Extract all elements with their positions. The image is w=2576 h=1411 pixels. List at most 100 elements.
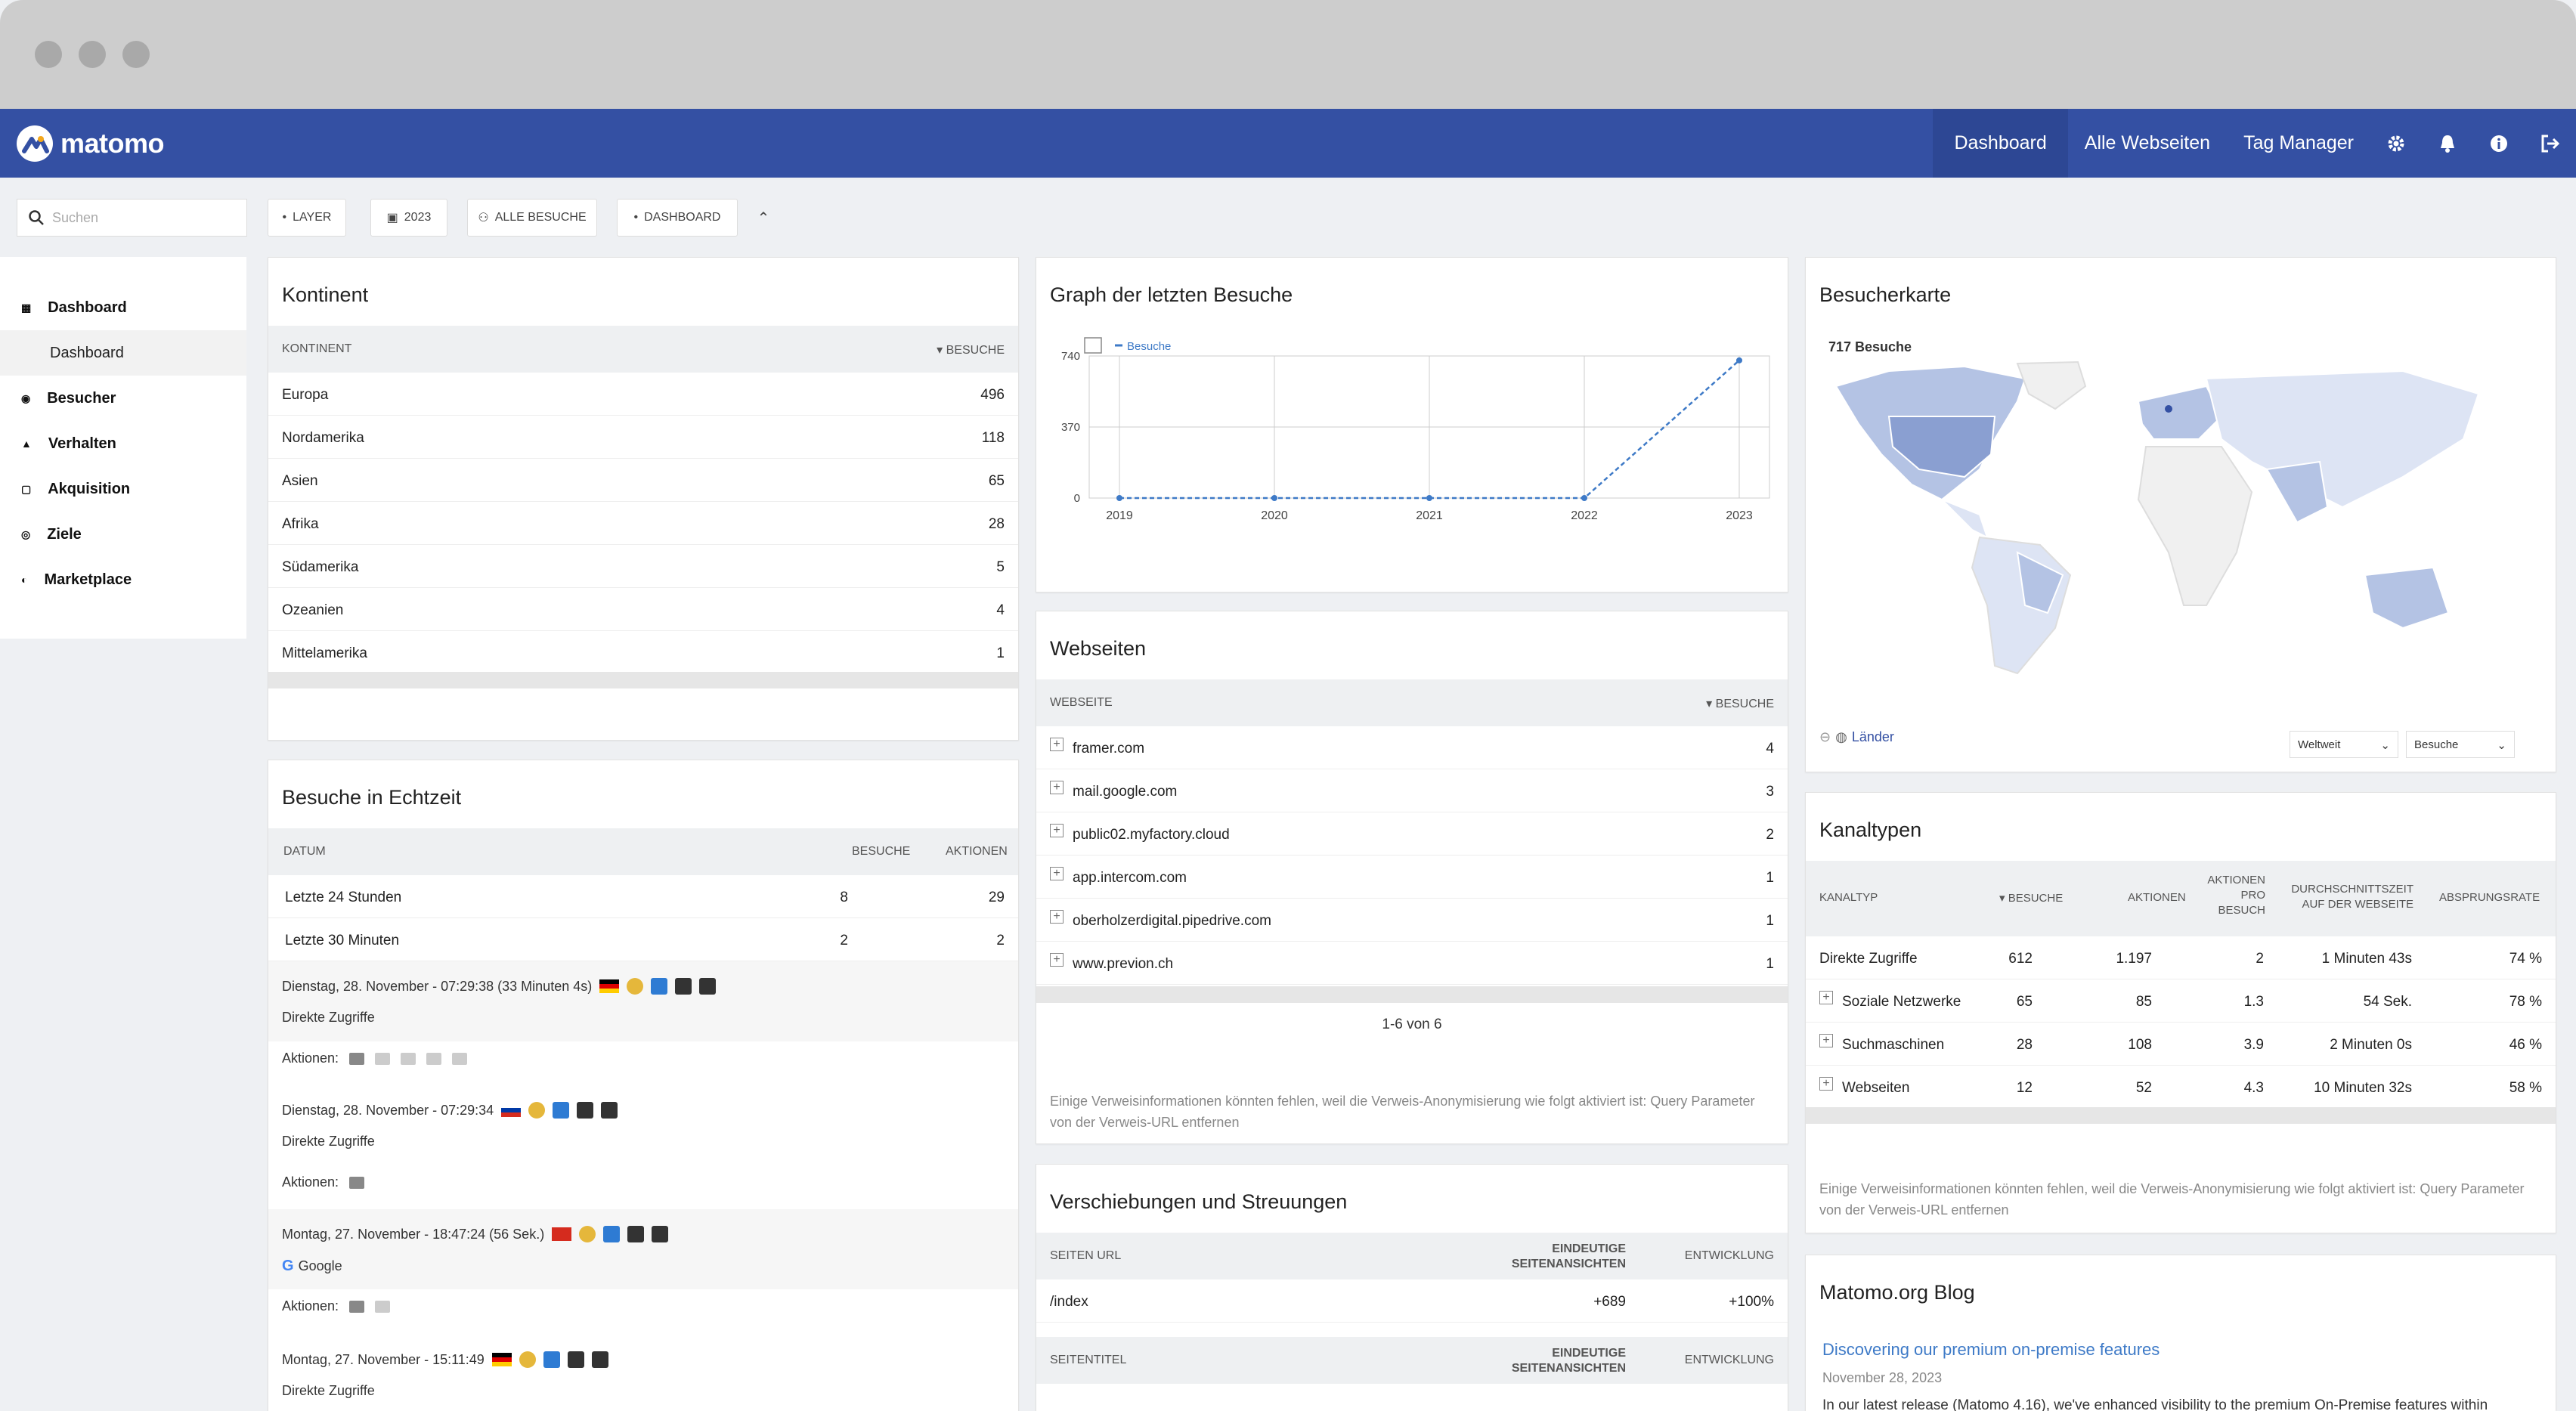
event-icon[interactable] — [452, 1052, 468, 1065]
event-icon[interactable] — [375, 1300, 391, 1313]
table-row[interactable]: + Suchmaschinen 28 108 3.9 2 Minuten 0s 46 % — [1806, 1023, 2556, 1066]
table-row[interactable]: + framer.com 4 — [1036, 726, 1788, 769]
column-header-website[interactable]: WEBSEITE — [1050, 696, 1113, 710]
sidebar-item-besucher[interactable]: ◉ Besucher — [0, 376, 246, 421]
os-icon[interactable] — [603, 1226, 621, 1242]
column-header-actions-per-visit[interactable]: AKTIONEN PRO BESUCH — [2202, 873, 2265, 918]
expand-plus-icon[interactable]: + — [1819, 1077, 1833, 1091]
segment-selector[interactable]: ⚇ ALLE BESUCHE — [467, 199, 597, 237]
data-point[interactable] — [1271, 495, 1277, 501]
browser-icon[interactable] — [519, 1351, 536, 1368]
table-row[interactable]: + Soziale Netzwerke 65 85 1.3 54 Sek. 78 % — [1806, 979, 2556, 1023]
table-row[interactable]: + Webseiten 12 52 4.3 10 Minuten 32s 58 % — [1806, 1066, 2556, 1109]
table-row[interactable]: Asien 65 — [268, 459, 1018, 502]
event-icon[interactable] — [401, 1052, 416, 1065]
column-header-visits[interactable]: ▾ BESUCHE — [1706, 696, 1774, 711]
device-icon[interactable] — [675, 978, 692, 995]
column-header-avg-time[interactable]: DURCHSCHNITTSZEIT AUF DER WEBSEITE — [2290, 882, 2413, 912]
chart-export-icon[interactable] — [1084, 337, 1102, 354]
column-header-visits[interactable]: ▾ BESUCHE — [937, 342, 1005, 357]
horizontal-scrollbar[interactable] — [1806, 1107, 2556, 1124]
nav-dashboard[interactable]: Dashboard — [1933, 109, 2068, 178]
table-row[interactable]: Afrika 28 — [268, 502, 1018, 545]
maximize-window-button[interactable] — [122, 41, 150, 68]
sidebar-item-ziele[interactable]: ◎ Ziele — [0, 512, 246, 557]
event-icon[interactable] — [375, 1052, 391, 1065]
data-point[interactable] — [1116, 495, 1122, 501]
column-header-date[interactable]: DATUM — [283, 845, 326, 859]
column-header-visits[interactable]: BESUCHE — [852, 845, 910, 859]
visit-entry[interactable]: Montag, 27. November - 18:47:24 (56 Sek.… — [268, 1209, 1018, 1333]
nav-tag-manager[interactable]: Tag Manager — [2227, 109, 2370, 178]
region-select[interactable]: Weltweit ⌄ — [2290, 731, 2398, 758]
table-row[interactable]: + www.previon.ch 1 — [1036, 942, 1788, 985]
close-window-button[interactable] — [35, 41, 62, 68]
nav-all-sites[interactable]: Alle Webseiten — [2068, 109, 2227, 178]
visitor-profile-icon[interactable] — [699, 978, 717, 995]
settings-gear-icon[interactable] — [2370, 109, 2422, 178]
table-row[interactable]: Direkte Zugriffe 612 1.197 2 1 Minuten 43s 74… — [1806, 936, 2556, 979]
minimize-window-button[interactable] — [79, 41, 106, 68]
collapse-chevron-icon[interactable]: ⌃ — [751, 199, 776, 237]
table-row[interactable]: + mail.google.com 3 — [1036, 769, 1788, 812]
dashboard-menu-button[interactable]: • DASHBOARD — [617, 199, 738, 237]
expand-plus-icon[interactable]: + — [1050, 910, 1064, 924]
sidebar-item-verhalten[interactable]: ▲ Verhalten — [0, 421, 246, 466]
visitor-profile-icon[interactable] — [601, 1102, 618, 1119]
matomo-logo[interactable]: matomo — [17, 125, 165, 162]
column-header-unique-pageviews[interactable]: EINDEUTIGE SEITENANSICHTEN — [1512, 1242, 1626, 1272]
date-selector[interactable]: ▣ 2023 — [370, 199, 447, 237]
expand-plus-icon[interactable]: + — [1050, 738, 1064, 751]
visitor-profile-icon[interactable] — [591, 1351, 608, 1368]
table-row[interactable]: + oberholzerdigital.pipedrive.com 1 — [1036, 899, 1788, 942]
column-header-title[interactable]: SEITENTITEL — [1050, 1354, 1126, 1367]
folder-icon[interactable] — [349, 1176, 365, 1189]
column-header-actions[interactable]: AKTIONEN — [2128, 891, 2186, 904]
column-header-channel[interactable]: KANALTYP — [1819, 891, 1878, 904]
column-header-visits[interactable]: ▾ BESUCHE — [1999, 891, 2063, 905]
browser-icon[interactable] — [627, 978, 644, 995]
table-row[interactable]: + public02.myfactory.cloud 2 — [1036, 812, 1788, 856]
data-point[interactable] — [1426, 495, 1432, 501]
notifications-bell-icon[interactable] — [2422, 109, 2473, 178]
column-header-development[interactable]: ENTWICKLUNG — [1685, 1354, 1774, 1367]
world-map[interactable] — [1828, 356, 2509, 696]
layer-button[interactable]: • LAYER — [268, 199, 346, 237]
column-header-actions[interactable]: AKTIONEN — [946, 845, 1008, 859]
expand-plus-icon[interactable]: + — [1050, 824, 1064, 837]
expand-plus-icon[interactable]: + — [1819, 1034, 1833, 1047]
expand-plus-icon[interactable]: + — [1050, 781, 1064, 794]
data-point[interactable] — [1736, 357, 1742, 364]
table-row[interactable]: + app.intercom.com 1 — [1036, 856, 1788, 899]
column-header-unique-pageviews[interactable]: EINDEUTIGE SEITENANSICHTEN — [1512, 1346, 1626, 1376]
sidebar-item-marketplace[interactable]: ◐ Marketplace — [0, 557, 246, 602]
visit-entry[interactable]: Montag, 27. November - 15:11:49 Direkte Z… — [268, 1335, 1018, 1411]
folder-icon[interactable] — [349, 1300, 365, 1313]
os-icon[interactable] — [651, 978, 668, 995]
expand-plus-icon[interactable]: + — [1819, 991, 1833, 1004]
metric-select[interactable]: Besuche ⌄ — [2406, 731, 2515, 758]
legend-label-besuche[interactable]: Besuche — [1127, 340, 1171, 353]
data-point[interactable] — [1581, 495, 1587, 501]
help-info-icon[interactable] — [2473, 109, 2525, 178]
table-row[interactable]: /index +689 +100% — [1036, 1279, 1788, 1323]
sidebar-item-dashboard[interactable]: ▦ Dashboard — [0, 285, 246, 330]
logout-icon[interactable] — [2525, 109, 2576, 178]
expand-plus-icon[interactable]: + — [1050, 953, 1064, 967]
table-row[interactable]: Nordamerika 118 — [268, 416, 1018, 459]
blog-post-link[interactable]: Discovering our premium on-premise featu… — [1822, 1340, 2160, 1360]
visit-entry[interactable]: Dienstag, 28. November - 07:29:34 Direkte… — [268, 1085, 1018, 1209]
browser-icon[interactable] — [579, 1226, 596, 1242]
zoom-out-icon[interactable]: ⊖ — [1819, 729, 1831, 745]
table-row[interactable]: Europa 496 — [268, 373, 1018, 416]
expand-plus-icon[interactable]: + — [1050, 867, 1064, 880]
search-input[interactable]: Suchen — [17, 199, 247, 237]
sidebar-subitem-dashboard[interactable]: Dashboard — [0, 330, 246, 376]
table-row[interactable]: Mittelamerika 1 — [268, 631, 1018, 674]
device-icon[interactable] — [567, 1351, 584, 1368]
horizontal-scrollbar[interactable] — [268, 672, 1018, 688]
folder-icon[interactable] — [349, 1052, 365, 1065]
column-header-bounce-rate[interactable]: ABSPRUNGSRATE — [2439, 891, 2540, 904]
os-icon[interactable] — [553, 1102, 570, 1119]
device-icon[interactable] — [627, 1226, 645, 1242]
